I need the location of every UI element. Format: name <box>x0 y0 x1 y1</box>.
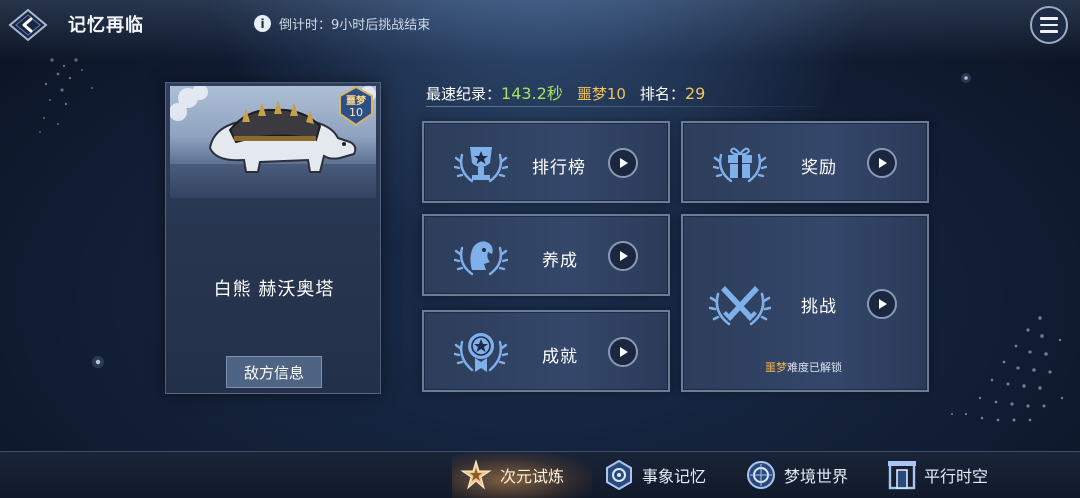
hex-emblem-icon <box>606 460 632 490</box>
enemy-card[interactable]: 噩梦 10 白熊 赫沃奥塔 敌方信息 <box>165 82 381 394</box>
nav-label: 平行时空 <box>924 467 989 486</box>
gift-icon <box>713 147 767 183</box>
nav-tab-dimension-trial[interactable]: 次元试炼 <box>452 452 592 498</box>
crossed-swords-icon <box>709 286 771 326</box>
nav-tab-parallel-space[interactable]: 平行时空 <box>888 452 988 498</box>
challenge-label: 挑战 <box>801 297 837 317</box>
timer-text: 倒计时：9小时后挑战结束 <box>279 18 431 33</box>
back-arrow-icon <box>8 8 48 42</box>
nav-label: 事象记忆 <box>642 467 707 486</box>
cultivate-arrow-button[interactable] <box>608 241 638 271</box>
page-title: 记忆再临 <box>68 15 144 36</box>
achievements-panel[interactable]: 成就 <box>422 310 670 392</box>
achievements-label: 成就 <box>542 347 578 367</box>
difficulty-level: 10 <box>349 106 363 119</box>
unlock-note: 噩梦难度已解锁 <box>765 359 842 375</box>
play-arrow-icon <box>620 158 628 168</box>
nav-label: 次元试炼 <box>500 467 565 486</box>
rewards-arrow-button[interactable] <box>867 148 897 178</box>
cultivate-panel[interactable]: 养成 <box>422 214 670 296</box>
play-arrow-icon <box>879 299 887 309</box>
challenge-arrow-button[interactable] <box>867 289 897 319</box>
fastest-record-value: 143.2秒 <box>501 84 563 103</box>
back-button[interactable] <box>8 8 48 42</box>
play-arrow-icon <box>879 158 887 168</box>
stats-divider <box>426 106 818 107</box>
trophy-icon <box>454 147 508 183</box>
top-glow <box>0 0 1080 60</box>
unlock-difficulty: 噩梦 <box>765 361 787 374</box>
play-arrow-icon <box>620 251 628 261</box>
enemy-info-button[interactable]: 敌方信息 <box>226 356 322 388</box>
countdown-timer: i 倒计时：9小时后挑战结束 <box>254 14 430 33</box>
leaderboard-arrow-button[interactable] <box>608 148 638 178</box>
dream-orb-icon <box>747 461 775 489</box>
menu-icon-line <box>1040 17 1058 20</box>
challenge-panel[interactable]: 挑战 噩梦难度已解锁 <box>681 214 929 392</box>
medal-icon <box>454 333 508 372</box>
enemy-name: 白熊 赫沃奥塔 <box>213 279 335 300</box>
rank-value: 29 <box>684 84 706 103</box>
gate-icon <box>888 461 916 490</box>
menu-icon-line <box>1040 30 1058 33</box>
difficulty-badge: 噩梦 10 <box>338 86 374 126</box>
record-stats: 最速纪录： 143.2秒 噩梦10 排名： 29 <box>426 80 705 104</box>
menu-icon-line <box>1040 23 1058 27</box>
nav-tab-dream-world[interactable]: 梦境世界 <box>746 452 848 498</box>
nav-tab-event-memory[interactable]: 事象记忆 <box>604 452 706 498</box>
leaderboard-panel[interactable]: 排行榜 <box>422 121 670 203</box>
star-trial-icon <box>460 459 492 490</box>
menu-button[interactable] <box>1030 6 1068 44</box>
play-arrow-icon <box>620 347 628 357</box>
record-difficulty: 噩梦10 <box>576 85 626 103</box>
nav-label: 梦境世界 <box>784 467 849 486</box>
achievements-arrow-button[interactable] <box>608 337 638 367</box>
cultivate-label: 养成 <box>542 251 578 271</box>
leaderboard-label: 排行榜 <box>532 158 586 178</box>
rank-label: 排名： <box>639 85 685 103</box>
unlock-text: 难度已解锁 <box>787 361 842 374</box>
fastest-record-label: 最速纪录： <box>426 85 502 103</box>
rewards-panel[interactable]: 奖励 <box>681 121 929 203</box>
rewards-label: 奖励 <box>801 158 837 178</box>
info-icon[interactable]: i <box>254 15 271 32</box>
lion-head-icon <box>454 241 508 276</box>
